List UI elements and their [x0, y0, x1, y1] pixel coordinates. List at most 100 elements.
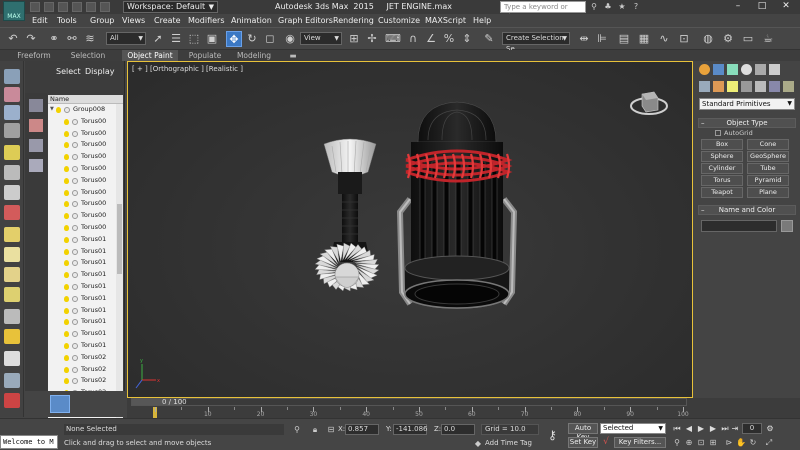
column-icon[interactable]: [29, 139, 43, 152]
unlink-icon[interactable]: ⚯: [64, 31, 80, 47]
star-icon[interactable]: ★: [617, 2, 627, 12]
visibility-icon[interactable]: [64, 260, 69, 267]
mirror-icon[interactable]: ⇹: [576, 31, 592, 47]
display-spacewarps-icon[interactable]: [4, 165, 20, 180]
rollout-name-and-color[interactable]: – Name and Color: [698, 205, 796, 215]
select-scale-icon[interactable]: ◻: [262, 31, 278, 47]
create-tab-icon[interactable]: [699, 64, 710, 75]
create-geosphere-button[interactable]: GeoSphere: [747, 151, 789, 162]
list-item[interactable]: Torus00: [48, 210, 123, 222]
visibility-icon[interactable]: [56, 107, 61, 113]
schematic-view-icon[interactable]: ⊡: [676, 31, 692, 47]
display-groups-icon[interactable]: [4, 185, 20, 200]
time-config-icon[interactable]: ⚙: [765, 424, 775, 434]
visibility-icon[interactable]: [64, 342, 69, 349]
visibility-icon[interactable]: [64, 142, 69, 149]
visibility-icon[interactable]: [64, 319, 69, 326]
menu-modifiers[interactable]: Modifiers: [188, 16, 225, 25]
menu-customize[interactable]: Customize: [378, 16, 420, 25]
geometry-icon[interactable]: [699, 81, 710, 92]
scene-object-list[interactable]: Name ▼ Group008 Torus00 Torus00 Torus00 Torus…: [48, 95, 123, 419]
explorer-scroll-thumb[interactable]: [117, 204, 122, 274]
primitive-category-dropdown[interactable]: Standard Primitives ▼: [699, 98, 795, 110]
visibility-icon[interactable]: [64, 154, 69, 161]
x-coordinate-field[interactable]: 0.857: [345, 424, 379, 435]
cameras-icon[interactable]: [741, 81, 752, 92]
explorer-tab-display[interactable]: Display: [85, 67, 115, 76]
group-row[interactable]: ▼ Group008: [48, 104, 123, 116]
list-item[interactable]: Torus00: [48, 175, 123, 187]
visibility-icon[interactable]: [64, 283, 69, 290]
menu-views[interactable]: Views: [122, 16, 145, 25]
rollout-object-type[interactable]: – Object Type: [698, 118, 796, 128]
visibility-icon[interactable]: [64, 189, 69, 196]
isolate-icon[interactable]: ⚲: [292, 425, 302, 435]
tab-populate[interactable]: Populate: [186, 50, 224, 61]
new-file-icon[interactable]: [30, 2, 40, 12]
visibility-icon[interactable]: [64, 130, 69, 137]
list-item[interactable]: Torus02: [48, 364, 123, 376]
list-item[interactable]: Torus01: [48, 293, 123, 305]
display-none-icon[interactable]: [4, 329, 20, 344]
visibility-icon[interactable]: [64, 354, 69, 361]
rect-selection-icon[interactable]: ⬚: [186, 31, 202, 47]
select-object-icon[interactable]: ➚: [150, 31, 166, 47]
display-lights-icon[interactable]: [4, 105, 20, 120]
time-tag-icon[interactable]: ◆: [473, 439, 483, 449]
display-bones-icon[interactable]: [4, 227, 20, 242]
field-of-view-icon[interactable]: ⊳: [724, 438, 734, 448]
explorer-scrollbar[interactable]: [116, 104, 123, 419]
explorer-tab-select[interactable]: Select: [56, 67, 81, 76]
expand-icon[interactable]: ▼: [50, 104, 54, 116]
workspace-dropdown[interactable]: Workspace: Default ▼: [123, 1, 218, 13]
project-folder-icon[interactable]: [100, 2, 110, 12]
menu-tools[interactable]: Tools: [57, 16, 77, 25]
track-bar[interactable]: 10 20 30 40 50 60 70 80 90 100: [155, 407, 691, 418]
shapes-icon[interactable]: [713, 81, 724, 92]
angle-snap-icon[interactable]: ∠: [423, 31, 439, 47]
go-to-end-icon[interactable]: ⏭: [720, 424, 730, 434]
select-move-icon[interactable]: ✥: [226, 31, 242, 47]
list-item[interactable]: Torus00: [48, 187, 123, 199]
scene-explorer-toggle-icon[interactable]: [4, 69, 20, 84]
go-to-start-icon[interactable]: ⏮: [672, 424, 682, 434]
key-icon[interactable]: ⚷: [548, 428, 557, 442]
zoom-all-icon[interactable]: ⊕: [684, 438, 694, 448]
tab-selection[interactable]: Selection: [68, 50, 108, 61]
menu-rendering[interactable]: Rendering: [333, 16, 374, 25]
edit-named-selection-icon[interactable]: ✎: [481, 31, 497, 47]
tab-modeling[interactable]: Modeling: [234, 50, 274, 61]
menu-help[interactable]: Help: [473, 16, 491, 25]
visibility-icon[interactable]: [64, 201, 69, 208]
set-key-icon[interactable]: √: [600, 437, 612, 448]
curve-editor-icon[interactable]: ∿: [656, 31, 672, 47]
redo-icon[interactable]: ↷: [23, 31, 39, 47]
visibility-icon[interactable]: [64, 118, 69, 125]
list-item[interactable]: Torus01: [48, 257, 123, 269]
search-icon[interactable]: ⚲: [589, 2, 599, 12]
time-slider[interactable]: 0 / 100: [131, 398, 687, 406]
help-icon[interactable]: ?: [631, 2, 641, 12]
select-place-icon[interactable]: ◉: [282, 31, 298, 47]
z-coordinate-field[interactable]: 0.0: [441, 424, 475, 435]
visibility-icon[interactable]: [64, 177, 69, 184]
menu-create[interactable]: Create: [154, 16, 181, 25]
visibility-icon[interactable]: [64, 224, 69, 231]
pivot-icon[interactable]: ⊞: [346, 31, 362, 47]
list-item[interactable]: Torus02: [48, 352, 123, 364]
hierarchy-icon[interactable]: [29, 159, 43, 172]
viewport-label[interactable]: [ + ] [Orthographic ] [Realistic ]: [132, 65, 243, 73]
visibility-icon[interactable]: [64, 378, 69, 385]
spacewarps-icon[interactable]: [769, 81, 780, 92]
window-crossing-icon[interactable]: ▣: [204, 31, 220, 47]
hierarchy-tab-icon[interactable]: [727, 64, 738, 75]
menu-edit[interactable]: Edit: [32, 16, 48, 25]
add-time-tag-button[interactable]: Add Time Tag: [485, 439, 532, 447]
select-by-name-icon[interactable]: ☰: [168, 31, 184, 47]
percent-snap-icon[interactable]: %: [441, 31, 457, 47]
select-rotate-icon[interactable]: ↻: [244, 31, 260, 47]
large-engine-model[interactable]: [396, 101, 518, 309]
helpers-icon[interactable]: [755, 81, 766, 92]
named-selection-dropdown[interactable]: Create Selection Se ▼: [502, 32, 570, 53]
render-setup-icon[interactable]: ⚙: [720, 31, 736, 47]
